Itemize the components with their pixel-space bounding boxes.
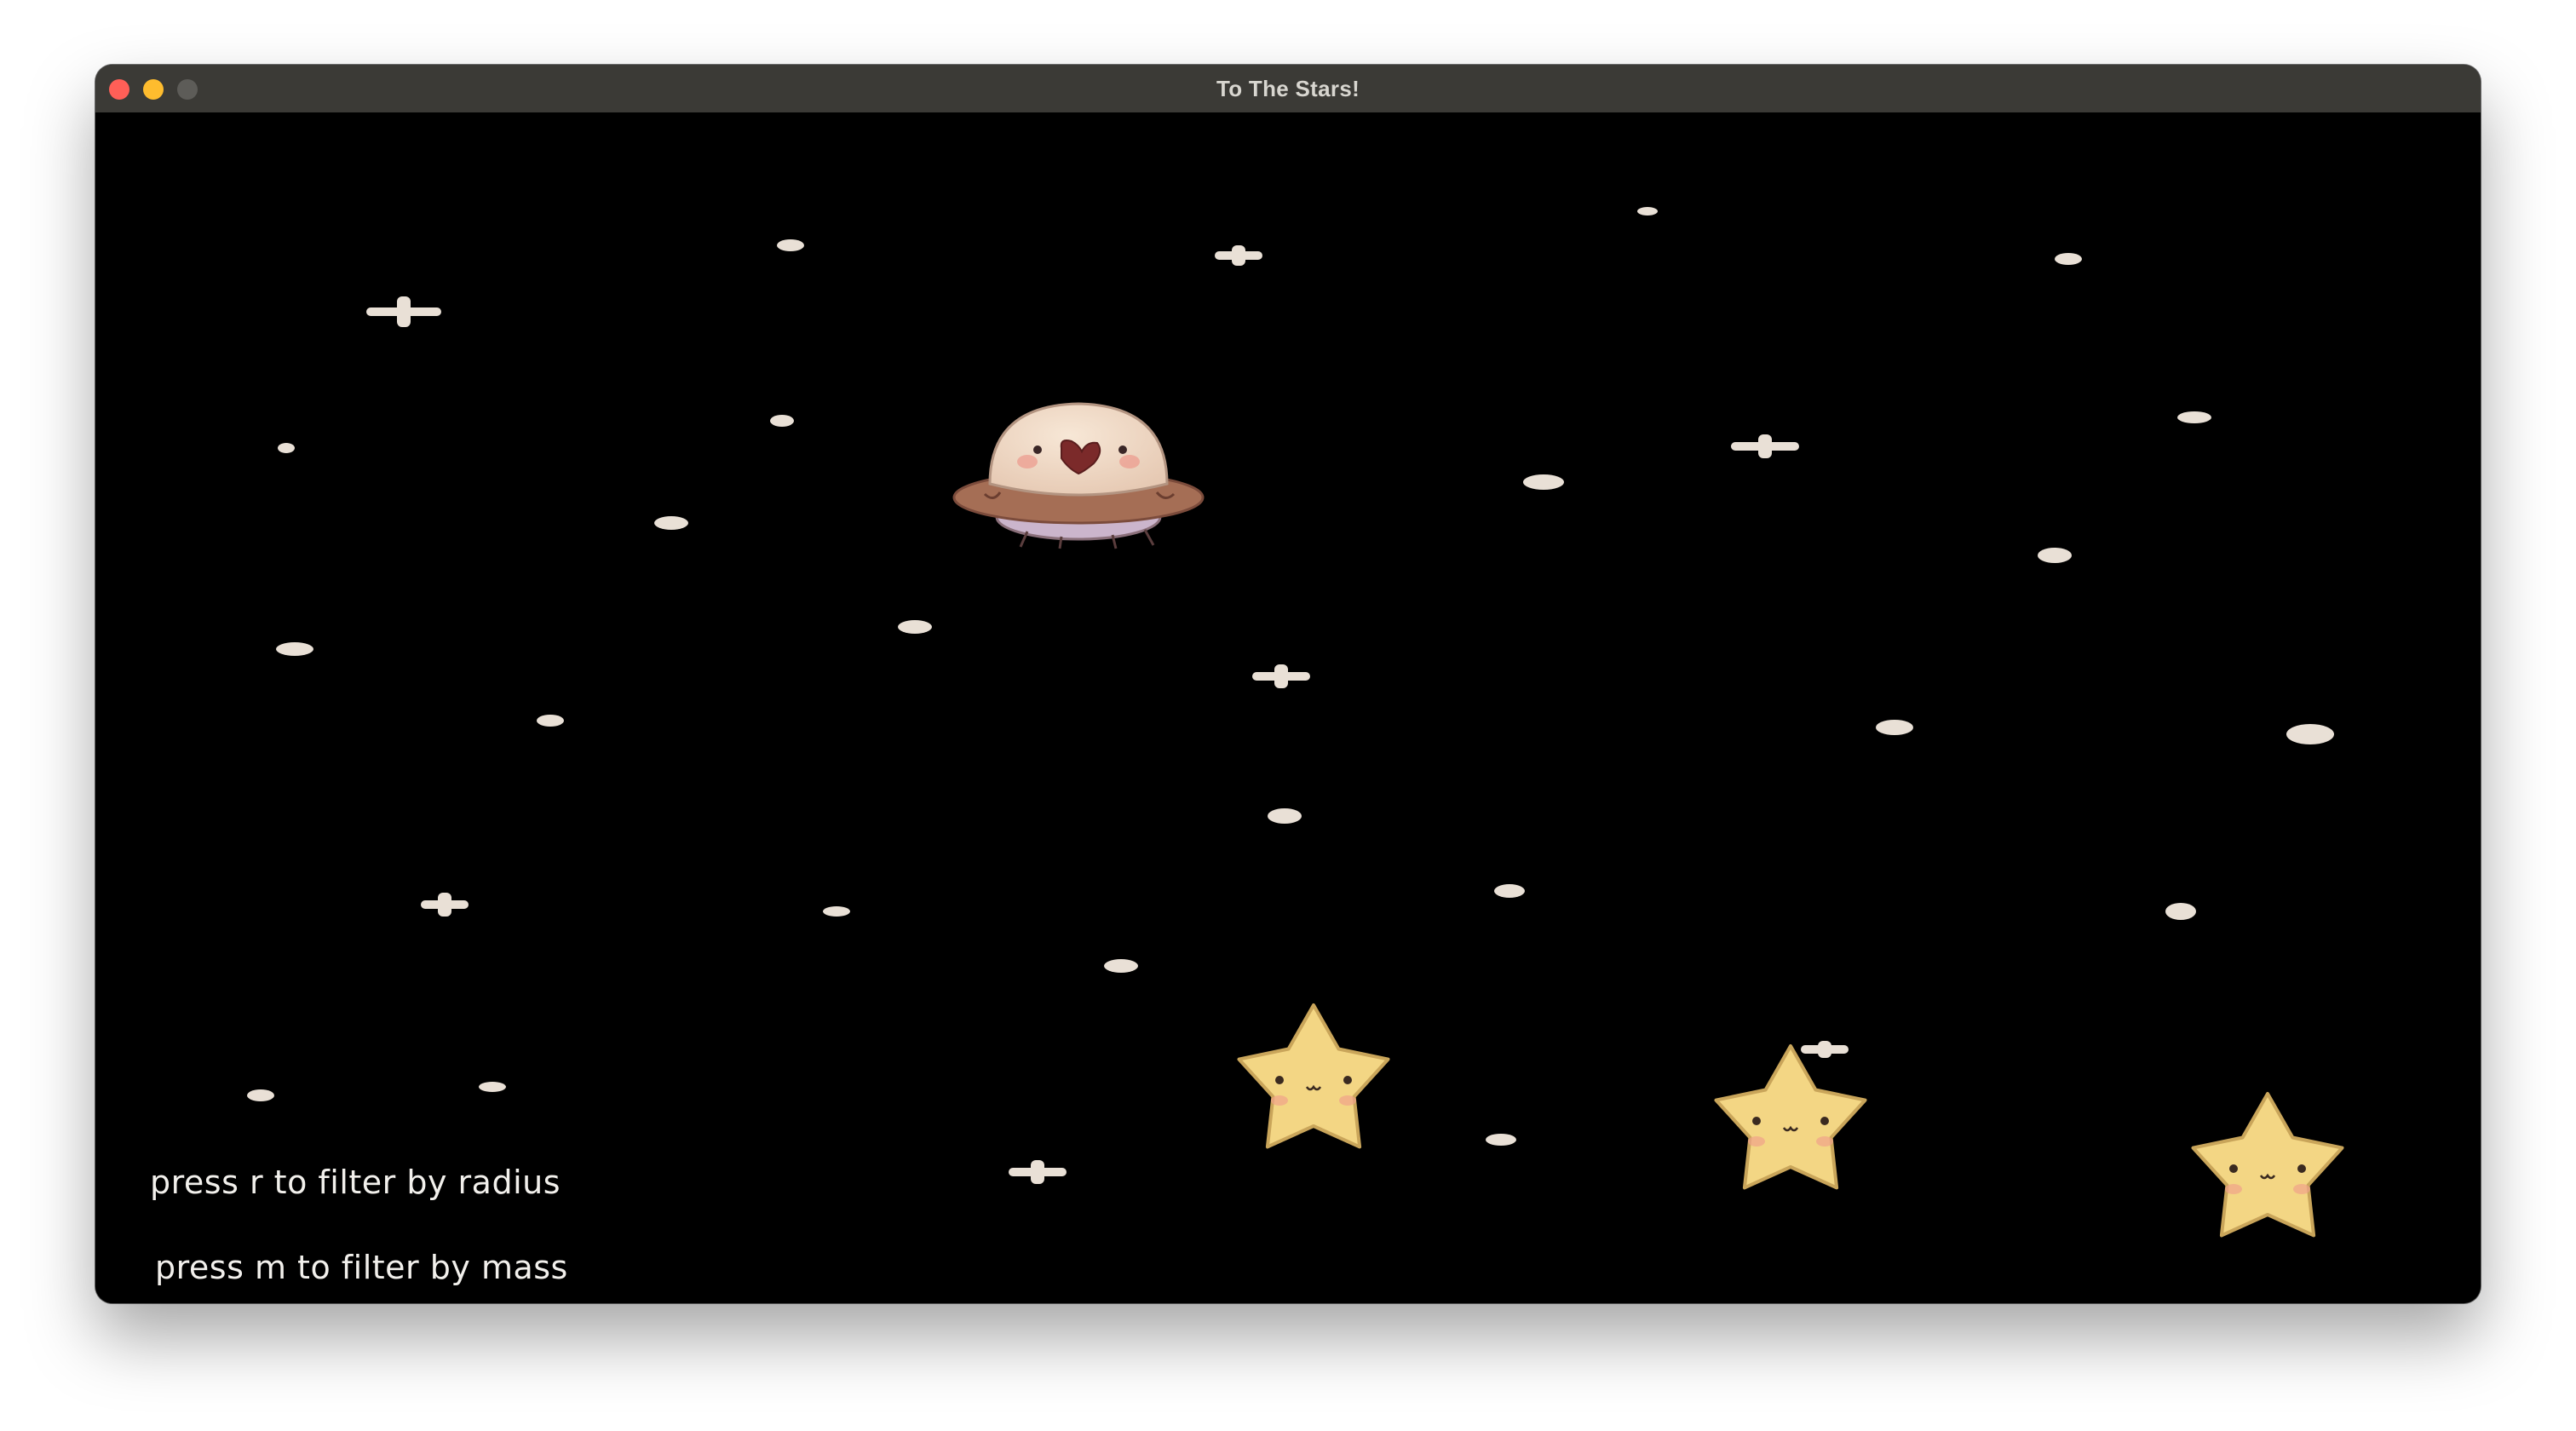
game-scene	[247, 207, 2344, 1238]
dot-star	[1104, 959, 1138, 973]
dot-star	[479, 1082, 506, 1092]
sparkle-star	[1009, 1160, 1067, 1184]
background-stars	[247, 207, 2334, 1184]
dot-star	[2165, 903, 2196, 920]
dot-star	[898, 620, 932, 634]
ufo-sprite	[952, 402, 1205, 549]
title-bar[interactable]: To The Stars!	[95, 65, 2481, 113]
sparkle-star	[1801, 1041, 1849, 1058]
hint-filter-mass: press m to filter by mass	[155, 1249, 568, 1286]
dot-star	[823, 906, 850, 917]
star-targets	[1237, 1003, 2344, 1238]
sparkle-star	[421, 893, 469, 917]
dot-star	[247, 1089, 274, 1101]
hint-filter-radius: press r to filter by radius	[150, 1164, 561, 1201]
dot-star	[1486, 1134, 1516, 1146]
dot-star	[2055, 253, 2082, 265]
dot-star	[770, 415, 794, 427]
dot-star	[2177, 411, 2211, 423]
dot-star	[1876, 720, 1913, 735]
star-character	[2191, 1092, 2344, 1238]
sparkle-star	[366, 296, 441, 327]
dot-star	[1494, 884, 1525, 898]
dot-star	[537, 715, 564, 727]
dot-star	[1268, 808, 1302, 824]
star-character	[1237, 1003, 1390, 1149]
dot-star	[276, 642, 313, 656]
star-character	[1714, 1044, 1867, 1190]
dot-star	[1523, 474, 1564, 490]
dot-star	[2286, 724, 2334, 744]
sparkle-star	[1731, 434, 1799, 458]
app-window: To The Stars! press r to filter by radiu…	[95, 65, 2481, 1303]
dot-star	[1637, 207, 1658, 216]
sparkle-star	[1252, 664, 1310, 688]
dot-star	[777, 239, 804, 251]
dot-star	[278, 443, 295, 453]
dot-star	[654, 516, 688, 530]
dot-star	[2038, 548, 2072, 563]
sparkle-star	[1215, 245, 1262, 266]
game-canvas[interactable]: press r to filter by radius press m to f…	[95, 112, 2481, 1303]
window-title: To The Stars!	[1216, 76, 1360, 101]
